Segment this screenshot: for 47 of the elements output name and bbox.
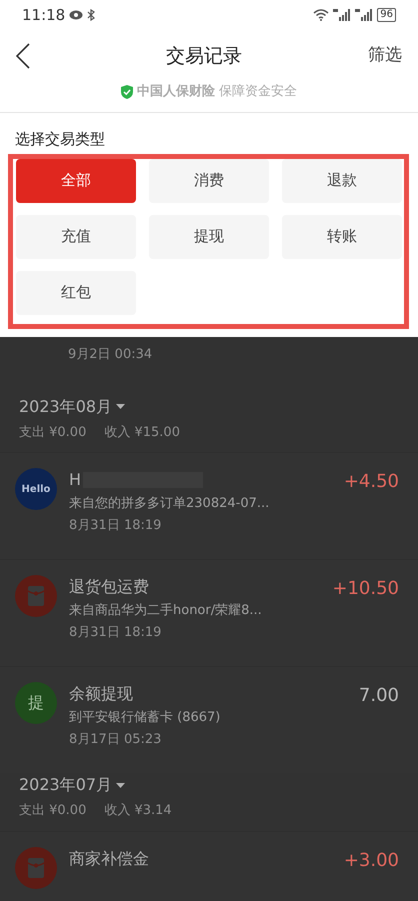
transaction-title: H: [69, 469, 82, 491]
month-title: 2023年07月: [19, 774, 112, 796]
transaction-title: 商家补偿金: [69, 848, 149, 870]
income-total: 收入 ¥15.00: [104, 424, 180, 442]
transaction-amount: 7.00: [358, 684, 399, 708]
transaction-title: 退货包运费: [69, 576, 149, 598]
hello-avatar: Hello: [15, 468, 57, 510]
page-title: 交易记录: [166, 44, 242, 69]
transaction-time: 8月31日 18:19: [69, 624, 162, 642]
shield-check-icon: [121, 84, 133, 99]
type-option[interactable]: 转账: [282, 214, 402, 258]
wifi-icon: [313, 9, 330, 21]
transaction-description: 来自商品华为二手honor/荣耀8...: [69, 602, 263, 620]
guarantee-text: 保障资金安全: [219, 83, 297, 101]
transaction-title: 余额提现: [69, 683, 133, 705]
transaction-time: 8月31日 18:19: [69, 516, 162, 534]
status-time: 11:18: [22, 4, 66, 26]
signal-icon: [355, 9, 374, 21]
type-option[interactable]: 提现: [149, 214, 269, 258]
type-option[interactable]: 充值: [16, 214, 136, 258]
transaction-description: 到平安银行储蓄卡 (8667): [69, 709, 222, 727]
transaction-time: 8月17日 05:23: [69, 730, 162, 748]
section-title: 选择交易类型: [14, 128, 106, 148]
income-total: 收入 ¥3.14: [104, 802, 172, 820]
type-option[interactable]: 消费: [149, 158, 269, 202]
type-option[interactable]: 退款: [282, 158, 402, 202]
month-title: 2023年08月: [19, 396, 112, 418]
type-option[interactable]: 红包: [16, 270, 136, 314]
bluetooth-icon: [87, 9, 96, 21]
transaction-amount: +3.00: [344, 848, 399, 872]
envelope-icon: [15, 575, 57, 617]
transaction-amount: +10.50: [332, 577, 399, 601]
filter-button[interactable]: 筛选: [368, 43, 402, 69]
withdraw-avatar: 提: [15, 682, 57, 724]
dropdown-caret-icon: [116, 404, 126, 409]
expense-total: 支出 ¥0.00: [19, 802, 86, 820]
transaction-amount: +4.50: [344, 470, 399, 494]
transaction-description: 来自您的拼多多订单230824-07...: [69, 495, 270, 513]
envelope-icon: [15, 846, 57, 888]
expense-total: 支出 ¥0.00: [19, 424, 86, 442]
transaction-time: 9月2日 00:34: [68, 346, 152, 362]
eye-icon: [69, 10, 84, 20]
battery-indicator: 96: [377, 8, 396, 22]
type-option[interactable]: 全部: [16, 158, 136, 202]
insurer-name: 中国人保财险: [137, 83, 215, 101]
dropdown-caret-icon: [116, 782, 126, 788]
signal-icon: [333, 9, 352, 21]
